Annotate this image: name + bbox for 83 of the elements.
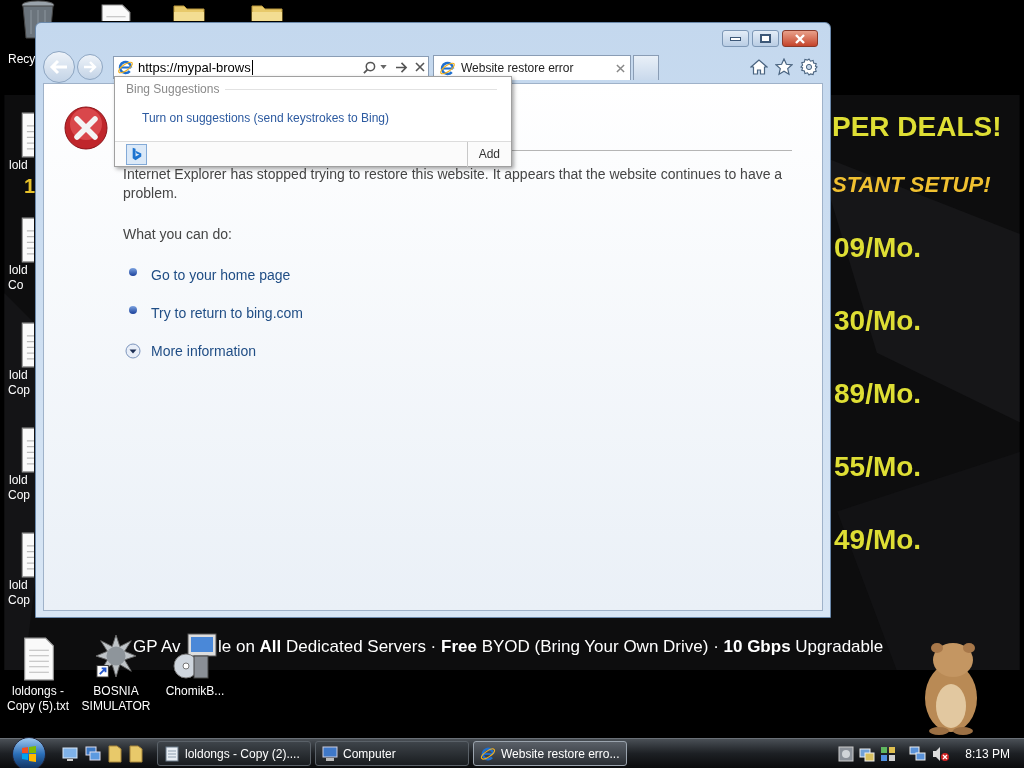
icon-label[interactable]: lold	[9, 579, 28, 591]
back-arrow-icon	[49, 59, 69, 75]
minimize-button[interactable]	[722, 30, 749, 47]
close-button[interactable]	[782, 30, 818, 47]
muted-speaker-icon[interactable]	[932, 745, 951, 762]
taskbar-button[interactable]: Website restore erro...	[473, 741, 627, 766]
document-icon[interactable]	[20, 112, 34, 158]
document-icon[interactable]	[20, 427, 34, 473]
link[interactable]: Try to return to bing.com	[151, 302, 303, 324]
app-icon[interactable]	[880, 745, 897, 762]
icon-label[interactable]: Cop	[8, 594, 30, 606]
address-field[interactable]: https://mypal-brows	[113, 55, 429, 79]
windows-stack-icon[interactable]	[85, 745, 101, 762]
icon-label[interactable]: Recy	[8, 53, 36, 65]
bullet-icon	[129, 306, 137, 314]
browser-logo-icon	[117, 58, 134, 76]
price-text: 09/Mo.	[834, 234, 922, 262]
ad-banner-text: le on All Dedicated Servers · Free BYOD (Bring Your Own Drive) · 10 Gbps Upgradable	[218, 638, 884, 655]
clock[interactable]: 8:13 PM	[965, 744, 1010, 763]
close-icon	[794, 33, 806, 44]
browser-logo-icon	[480, 745, 496, 762]
document-icon[interactable]	[20, 532, 34, 578]
folder-icon[interactable]	[129, 744, 143, 763]
document-icon[interactable]	[22, 637, 56, 681]
dropdown-caret-icon[interactable]	[380, 65, 387, 69]
add-button[interactable]: Add	[466, 141, 511, 167]
search-provider-icon[interactable]	[126, 143, 147, 165]
error-message: Internet Explorer has stopped trying to restore this website. It appears that the website continues to have a problem.	[123, 165, 784, 203]
section-heading: What you can do:	[123, 225, 233, 244]
link[interactable]: Go to your home page	[151, 264, 291, 286]
ad-text: 1	[24, 176, 36, 196]
link[interactable]: More information	[151, 340, 257, 362]
search-icon[interactable]	[363, 60, 376, 74]
folder-icon[interactable]	[251, 2, 283, 21]
close-tab-icon[interactable]	[616, 63, 625, 73]
error-icon	[64, 106, 108, 150]
forward-arrow-icon	[83, 61, 97, 73]
price-text: 49/Mo.	[834, 526, 922, 554]
icon-label[interactable]: loldongs - Copy (5).txt	[0, 684, 78, 714]
app-icon[interactable]	[859, 745, 876, 762]
ad-subheading: STANT SETUP!	[832, 174, 991, 196]
desktop-icon[interactable]	[62, 745, 78, 762]
home-icon[interactable]	[750, 58, 768, 76]
icon-label[interactable]: Cop	[8, 489, 30, 501]
ad-banner-text: GP Av	[133, 638, 181, 655]
icon-label[interactable]: Co	[8, 279, 24, 291]
price-text: 55/Mo.	[834, 453, 922, 481]
dropdown-header: Bing Suggestions	[126, 81, 220, 98]
folder-icon[interactable]	[108, 744, 122, 763]
icon-label[interactable]: lold	[9, 159, 28, 171]
document-icon[interactable]	[20, 322, 34, 368]
price-text: 30/Mo.	[834, 307, 922, 335]
favorites-star-icon[interactable]	[775, 58, 793, 76]
minimize-icon	[730, 36, 741, 41]
windows-logo-icon	[21, 745, 37, 762]
start-button[interactable]	[12, 736, 46, 768]
icon-label[interactable]: lold	[9, 264, 28, 276]
browser-logo-icon	[439, 59, 456, 77]
icon-label[interactable]: lold	[9, 369, 28, 381]
settings-icon[interactable]	[800, 58, 818, 76]
browser-tab[interactable]: Website restore error	[433, 55, 631, 80]
icon-label[interactable]: Cop	[8, 384, 30, 396]
document-icon[interactable]	[20, 217, 34, 263]
network-icon[interactable]	[909, 745, 928, 762]
restore-icon	[760, 34, 771, 43]
notepad-icon	[164, 745, 180, 762]
document-icon[interactable]	[100, 4, 132, 21]
bullet-icon	[129, 268, 137, 276]
computer-icon	[322, 745, 338, 762]
ad-headline: PER DEALS!	[832, 113, 1002, 141]
maximize-button[interactable]	[752, 30, 779, 47]
price-text: 89/Mo.	[834, 380, 922, 408]
expand-icon[interactable]	[125, 343, 141, 359]
taskbar-button[interactable]: loldongs - Copy (2)....	[157, 741, 311, 766]
folder-icon[interactable]	[173, 2, 205, 21]
icon-label[interactable]: ChomikB...	[155, 684, 235, 699]
suggestion-link[interactable]: Turn on suggestions (send keystrokes to Bing)	[142, 109, 389, 127]
icon-label[interactable]: BOSNIA SIMULATOR	[76, 684, 156, 714]
app-icon[interactable]	[838, 745, 855, 762]
go-arrow-icon[interactable]	[395, 61, 408, 73]
close-icon[interactable]	[415, 62, 425, 72]
icon-label[interactable]: lold	[9, 474, 28, 486]
taskbar-button[interactable]: Computer	[315, 741, 469, 766]
